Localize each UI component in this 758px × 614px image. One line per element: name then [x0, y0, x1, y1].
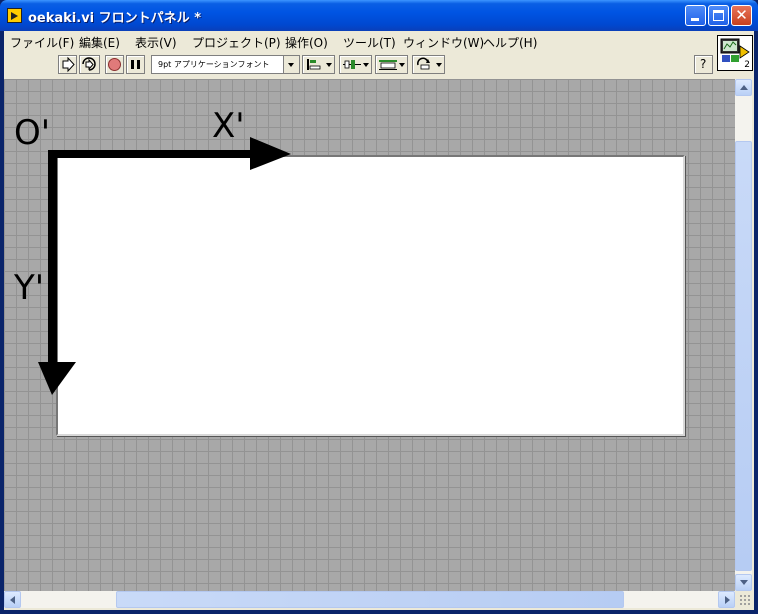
title-bar[interactable]: oekaki.vi フロントパネル * ✕: [0, 0, 758, 31]
align-objects-button[interactable]: [302, 55, 335, 74]
context-help-button[interactable]: ?: [694, 55, 713, 74]
abort-button[interactable]: [105, 55, 124, 74]
axis-annotation: O' X' Y': [13, 106, 291, 395]
horizontal-scrollbar[interactable]: [4, 591, 735, 608]
menu-bar: ファイル(F) 編集(E) 表示(V) プロジェクト(P) 操作(O) ツール(…: [4, 31, 716, 52]
maximize-icon: [713, 10, 724, 21]
client-area: ファイル(F) 編集(E) 表示(V) プロジェクト(P) 操作(O) ツール(…: [4, 31, 754, 610]
chevron-down-icon: [399, 63, 405, 67]
close-button[interactable]: ✕: [731, 5, 752, 26]
help-icon: ?: [700, 57, 707, 71]
chevron-down-icon: [363, 63, 369, 67]
distribute-objects-button[interactable]: [339, 55, 372, 74]
reorder-icon: [417, 57, 430, 70]
pause-icon: [131, 60, 140, 69]
align-objects-icon: [307, 59, 321, 70]
font-select[interactable]: 9pt アプリケーションフォント: [151, 55, 300, 74]
labview-app-icon[interactable]: [7, 8, 22, 23]
front-panel-canvas[interactable]: O' X' Y': [4, 79, 735, 591]
menu-operate[interactable]: 操作(O): [285, 34, 328, 51]
minimize-button[interactable]: [685, 5, 706, 26]
scroll-down-button[interactable]: [735, 574, 752, 591]
menu-tools[interactable]: ツール(T): [343, 34, 396, 51]
menu-edit[interactable]: 編集(E): [79, 34, 120, 51]
vertical-scroll-thumb[interactable]: [735, 141, 752, 571]
y-axis-arrow-shaft: [48, 150, 57, 365]
pause-button[interactable]: [126, 55, 145, 74]
y-axis-label: Y': [13, 268, 44, 308]
x-axis-arrow-shaft: [48, 150, 253, 158]
vertical-scrollbar[interactable]: [735, 79, 752, 591]
run-arrow-icon: [62, 56, 75, 73]
vi-connector-pane-icon[interactable]: 2: [717, 35, 753, 71]
abort-icon: [108, 58, 121, 71]
scroll-up-button[interactable]: [735, 79, 752, 96]
distribute-objects-icon: [343, 60, 361, 69]
origin-label: O': [14, 113, 50, 153]
resize-objects-icon: [379, 60, 397, 70]
window-title: oekaki.vi フロントパネル *: [28, 11, 201, 26]
font-select-value: 9pt アプリケーションフォント: [158, 60, 270, 69]
menu-file[interactable]: ファイル(F): [10, 34, 74, 51]
scroll-left-button[interactable]: [4, 591, 21, 608]
minimize-icon: [691, 18, 699, 21]
chevron-down-icon: [283, 56, 299, 73]
menu-project[interactable]: プロジェクト(P): [192, 34, 281, 51]
close-icon: ✕: [735, 6, 748, 24]
run-button[interactable]: [58, 55, 77, 74]
x-axis-arrowhead: [250, 137, 291, 170]
chevron-down-icon: [436, 63, 442, 67]
chevron-down-icon: [326, 63, 332, 67]
resize-grip-icon[interactable]: [739, 594, 752, 607]
x-axis-label: X': [212, 106, 245, 146]
resize-objects-button[interactable]: [375, 55, 408, 74]
reorder-button[interactable]: [412, 55, 445, 74]
scroll-right-button[interactable]: [718, 591, 735, 608]
toolbar: 9pt アプリケーションフォント ?: [4, 52, 716, 77]
menu-window[interactable]: ウィンドウ(W): [403, 34, 484, 51]
maximize-button[interactable]: [708, 5, 729, 26]
menu-help[interactable]: ヘルプ(H): [483, 34, 537, 51]
run-continuously-icon: [82, 57, 96, 71]
connector-count: 2: [744, 60, 750, 70]
window: oekaki.vi フロントパネル * ✕ ファイル(F) 編集(E) 表示(V…: [0, 0, 758, 614]
y-axis-arrowhead: [38, 362, 76, 395]
run-continuously-button[interactable]: [79, 55, 100, 74]
horizontal-scroll-thumb[interactable]: [116, 591, 624, 608]
menu-view[interactable]: 表示(V): [135, 34, 177, 51]
